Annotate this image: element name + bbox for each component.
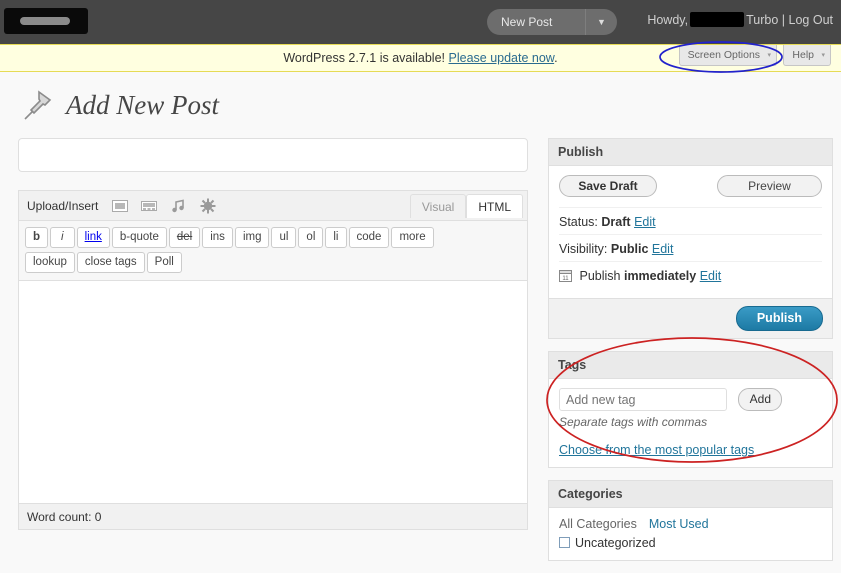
schedule-value: immediately (623, 269, 697, 283)
media-icon[interactable] (200, 198, 216, 214)
screen-options-tab[interactable]: Screen Options ▾ (678, 45, 778, 66)
tags-box-heading: Tags (549, 352, 832, 379)
category-item-uncategorized[interactable]: Uncategorized (559, 536, 822, 550)
publish-box-heading: Publish (549, 139, 832, 166)
update-notice-text: WordPress 2.7.1 is available! (283, 51, 446, 65)
help-label: Help (792, 49, 814, 61)
visibility-value: Public (610, 242, 649, 256)
quicktag-more[interactable]: more (391, 227, 434, 248)
preview-button[interactable]: Preview (717, 175, 822, 197)
audio-icon[interactable] (170, 198, 186, 214)
quicktags-row-2: lookup close tags Poll (24, 250, 523, 275)
new-post-dropdown[interactable]: New Post ▼ (487, 9, 617, 35)
pushpin-icon (20, 88, 54, 122)
word-count-label: Word count: 0 (19, 503, 527, 529)
categories-tabs: All Categories Most Used (559, 517, 822, 536)
post-editor: Upload/Insert Visual HTML b i link b-quote de… (18, 190, 528, 530)
logout-link[interactable]: Log Out (789, 13, 833, 27)
wordpress-logo-icon[interactable] (4, 8, 88, 34)
add-tag-button[interactable]: Add (738, 388, 783, 411)
quicktag-ins[interactable]: ins (202, 227, 233, 248)
schedule-row: 11 Publish immediately Edit (559, 261, 822, 288)
tab-visual[interactable]: Visual (409, 194, 467, 218)
quicktag-close-tags[interactable]: close tags (76, 252, 145, 273)
quicktag-bold[interactable]: b (25, 227, 49, 248)
sidebar-column: Publish Save Draft Preview Status: Draft… (548, 138, 833, 573)
chevron-down-icon: ▾ (767, 52, 772, 59)
quicktag-li[interactable]: li (325, 227, 347, 248)
username-redacted[interactable] (690, 12, 745, 27)
quicktag-img[interactable]: img (234, 227, 270, 248)
chevron-down-icon: ▾ (821, 52, 825, 59)
quicktag-italic[interactable]: i (50, 227, 75, 248)
schedule-edit-link[interactable]: Edit (700, 269, 722, 283)
quicktag-link[interactable]: link (76, 227, 110, 248)
visibility-edit-link[interactable]: Edit (652, 242, 674, 256)
quicktag-ul[interactable]: ul (271, 227, 297, 248)
new-post-label: New Post (501, 15, 553, 29)
turbo-link[interactable]: Turbo (746, 13, 778, 27)
quicktag-poll[interactable]: Poll (146, 252, 182, 273)
tags-box: Tags Add Separate tags with commas Choos… (548, 351, 833, 468)
post-title-input[interactable] (18, 138, 528, 172)
quicktag-code[interactable]: code (348, 227, 390, 248)
help-tab[interactable]: Help ▾ (783, 45, 831, 66)
tags-box-body: Add Separate tags with commas Choose fro… (549, 379, 832, 467)
category-checkbox[interactable] (559, 537, 570, 548)
status-value: Draft (601, 215, 631, 229)
editor-mode-tabs: Visual HTML (409, 194, 523, 218)
svg-text:11: 11 (562, 276, 569, 282)
publish-box-body: Save Draft Preview Status: Draft Edit Vi… (549, 166, 832, 298)
visibility-label: Visibility: (559, 242, 608, 256)
publish-actions: Save Draft Preview (559, 175, 822, 207)
category-label: Uncategorized (575, 536, 656, 550)
video-icon[interactable] (141, 198, 158, 214)
post-editor-column: Upload/Insert Visual HTML b i link b-quote de… (18, 138, 528, 530)
tags-hint: Separate tags with commas (559, 415, 708, 429)
status-edit-link[interactable]: Edit (634, 215, 656, 229)
adminbar-separator: | (781, 13, 786, 27)
quicktag-ol[interactable]: ol (298, 227, 324, 248)
quicktag-lookup[interactable]: lookup (25, 252, 75, 273)
update-notice-bar: WordPress 2.7.1 is available! Please upd… (0, 44, 841, 72)
visibility-row: Visibility: Public Edit (559, 234, 822, 261)
publish-button-row: Publish (549, 298, 832, 338)
new-tag-input[interactable] (559, 388, 727, 411)
tab-most-used[interactable]: Most Used (649, 517, 709, 531)
schedule-prefix: Publish (579, 269, 621, 283)
upload-insert-label: Upload/Insert (27, 199, 99, 213)
quicktag-bquote[interactable]: b-quote (111, 227, 167, 248)
page-heading: Add New Post (20, 88, 219, 122)
quicktags-toolbar: b i link b-quote del ins img ul ol li code more loo… (19, 221, 527, 281)
admin-bar: New Post ▼ Howdy, Turbo | Log Out (0, 0, 841, 44)
categories-box-body: All Categories Most Used Uncategorized (549, 508, 832, 560)
tab-all-categories[interactable]: All Categories (559, 517, 637, 531)
screen-meta-links: Screen Options ▾ Help ▾ (676, 45, 831, 66)
tab-html[interactable]: HTML (466, 194, 523, 218)
quicktag-del[interactable]: del (168, 227, 201, 248)
calendar-icon: 11 (559, 269, 572, 282)
status-label: Status: (559, 215, 598, 229)
image-icon[interactable] (111, 198, 128, 214)
howdy-area: Howdy, Turbo | Log Out (647, 12, 833, 27)
publish-box: Publish Save Draft Preview Status: Draft… (548, 138, 833, 339)
status-row: Status: Draft Edit (559, 207, 822, 234)
update-now-link[interactable]: Please update now (449, 51, 555, 65)
save-draft-button[interactable]: Save Draft (559, 175, 657, 197)
chevron-down-icon[interactable]: ▼ (585, 9, 617, 35)
update-notice-suffix: . (554, 51, 558, 65)
page-title: Add New Post (66, 89, 219, 120)
post-content-textarea[interactable] (19, 281, 527, 503)
publish-button[interactable]: Publish (735, 306, 823, 331)
quicktags-row-1: b i link b-quote del ins img ul ol li code more (24, 225, 523, 250)
howdy-prefix: Howdy, (647, 13, 689, 27)
screen-options-label: Screen Options (687, 49, 761, 61)
popular-tags-link[interactable]: Choose from the most popular tags (559, 443, 822, 457)
media-buttons-bar: Upload/Insert Visual HTML (19, 191, 527, 221)
categories-box-heading: Categories (549, 481, 832, 508)
